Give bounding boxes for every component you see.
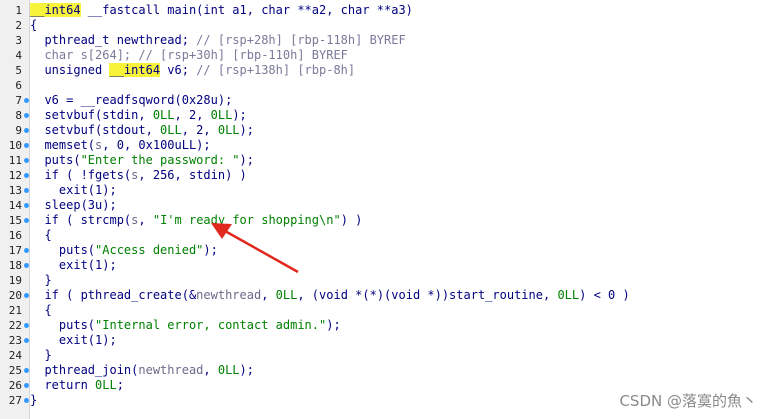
arrow-head: [211, 223, 232, 239]
csdn-watermark: CSDN @落寞的魚丶: [619, 392, 757, 410]
red-annotation-arrow: [211, 223, 299, 274]
arrow-shaft: [224, 229, 299, 274]
